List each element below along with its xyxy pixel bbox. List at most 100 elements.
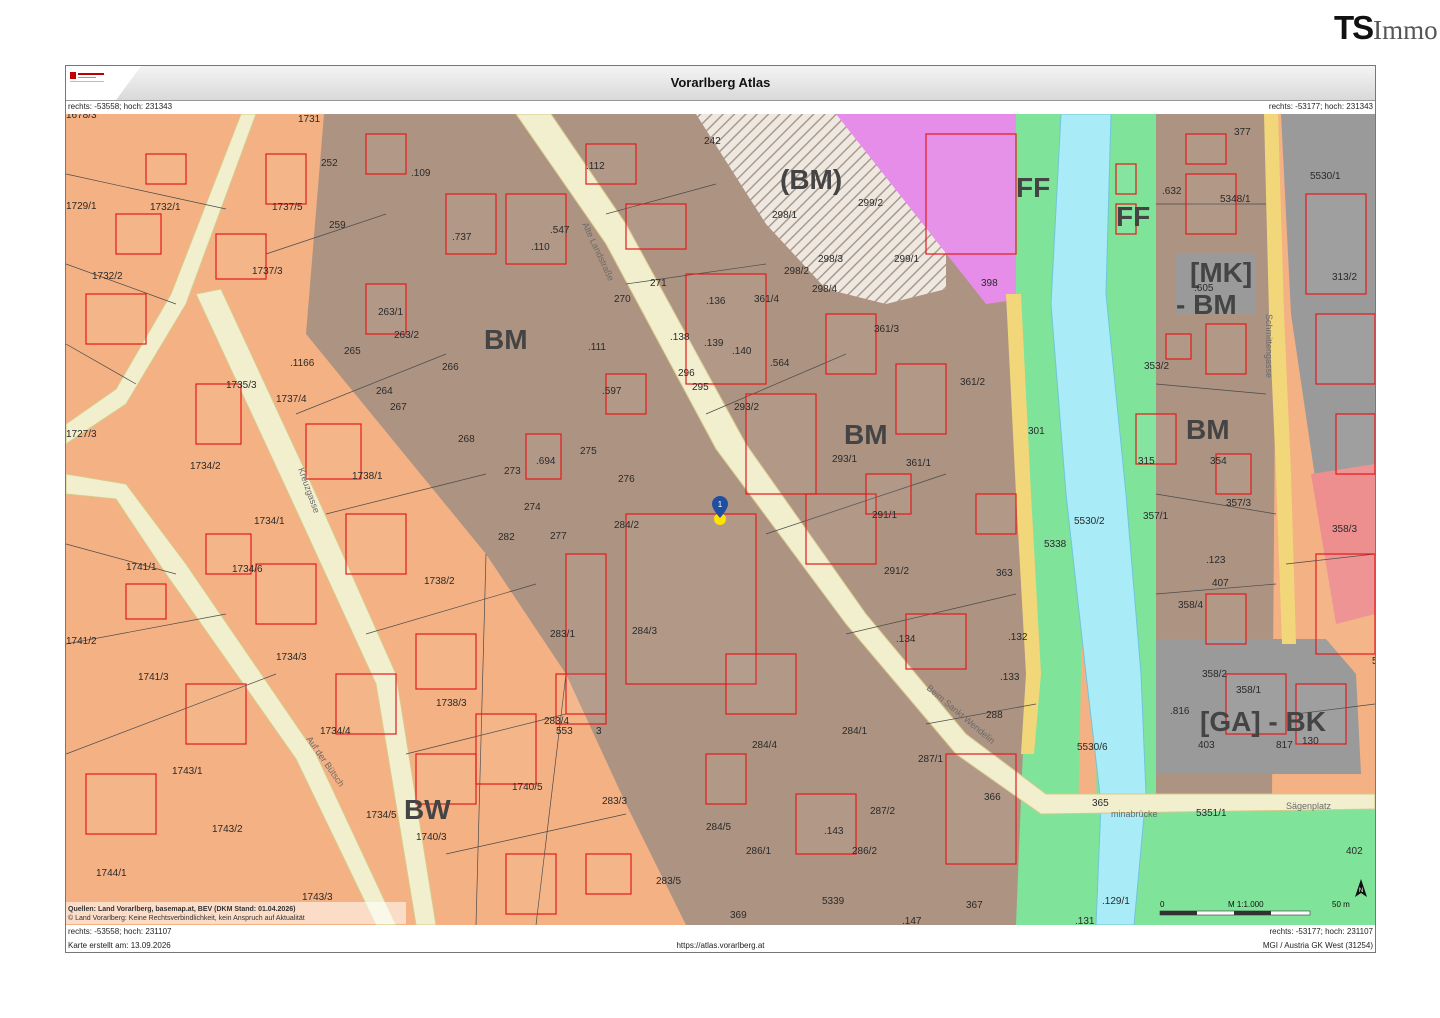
parcel-number: 271: [650, 278, 667, 289]
logo-immo: Immo: [1373, 15, 1438, 45]
parcel-number: 263/2: [394, 330, 419, 341]
parcel-number: 1738/3: [436, 698, 467, 709]
top-coordinate-row: rechts: -53558; hoch: 231343 rechts: -53…: [66, 101, 1375, 113]
parcel-number: .111: [588, 342, 606, 353]
parcel-number: .597: [602, 386, 622, 397]
parcel-number: 1741/2: [66, 636, 97, 647]
parcel-number: 286/1: [746, 846, 771, 857]
parcel-number: 284/1: [842, 726, 867, 737]
zone-label-ff-1: FF: [1016, 172, 1050, 203]
parcel-number: .143: [824, 826, 844, 837]
parcel-number: .123: [1206, 555, 1226, 566]
parcel-number: 1734/2: [190, 461, 221, 472]
parcel-number: 1734/4: [320, 726, 351, 737]
zone-label-ff-2: FF: [1116, 201, 1150, 232]
parcel-number: 1731: [298, 114, 321, 125]
ts-immo-logo: TS Immo: [1334, 8, 1438, 44]
parcel-number: 1743/2: [212, 824, 243, 835]
parcel-number: 1740/3: [416, 832, 447, 843]
parcel-number: 407: [1212, 578, 1229, 589]
parcel-number: 299/1: [894, 254, 919, 265]
parcel-number: 402: [1346, 846, 1363, 857]
coordinate-system: MGI / Austria GK West (31254): [1262, 941, 1373, 950]
parcel-number: 301: [1028, 426, 1045, 437]
parcel-number: .139: [704, 338, 724, 349]
parcel-number: .564: [770, 358, 790, 369]
parcel-number: 1737/3: [252, 266, 283, 277]
map-sources: Quellen: Land Vorarlberg, basemap.at, BE…: [68, 906, 295, 913]
parcel-number: 358/3: [1332, 524, 1357, 535]
parcel-number: 284/2: [614, 520, 639, 531]
parcel-number: 1740/5: [512, 782, 543, 793]
parcel-number: 3: [596, 726, 602, 737]
parcel-number: 1734/3: [276, 652, 307, 663]
parcel-number: 5351/1: [1196, 808, 1227, 819]
parcel-number: 242: [704, 136, 721, 147]
zone-label-ga-bk: [GA] - BK: [1200, 706, 1326, 737]
parcel-number: 313/2: [1332, 272, 1357, 283]
parcel-number: 1734/1: [254, 516, 285, 527]
location-marker-icon[interactable]: 1: [712, 496, 728, 525]
parcel-number: 1738/2: [424, 576, 455, 587]
parcel-number: 367: [966, 900, 983, 911]
scale-zero: 0: [1160, 900, 1165, 909]
parcel-number: .129/1: [1102, 896, 1130, 907]
parcel-number: 365: [1092, 798, 1109, 809]
parcel-number: 5339: [822, 896, 845, 907]
parcel-number: 1741/3: [138, 672, 169, 683]
parcel-number: 277: [550, 531, 567, 542]
parcel-number: .694: [536, 456, 556, 467]
parcel-number: .132: [1008, 632, 1028, 643]
parcel-number: 1727/3: [66, 429, 97, 440]
parcel-number: 1729/1: [66, 201, 97, 212]
parcel-number: 398: [981, 278, 998, 289]
parcel-number: 366: [984, 792, 1001, 803]
parcel-number: 403: [1198, 740, 1215, 751]
parcel-number: 276: [618, 474, 635, 485]
parcel-number: .1166: [290, 358, 315, 369]
marker-number: 1: [718, 500, 723, 509]
parcel-number: 358/4: [1178, 600, 1203, 611]
parcel-number: 287/2: [870, 806, 895, 817]
parcel-number: 282: [498, 532, 515, 543]
parcel-number: 288: [986, 710, 1003, 721]
parcel-number: 273: [504, 466, 521, 477]
parcel-number: 1743/3: [302, 892, 333, 903]
logo-ts: TS: [1334, 9, 1374, 46]
parcel-number: 358/1: [1236, 685, 1261, 696]
parcel-number: 275: [580, 446, 597, 457]
map-footer: Karte erstellt am: 13.09.2026 https://at…: [66, 940, 1375, 952]
zone-label-bw: BW: [404, 794, 451, 825]
scale-ratio: M 1:1.000: [1228, 900, 1264, 909]
parcel-number: 293/2: [734, 402, 759, 413]
parcel-number: 291/2: [884, 566, 909, 577]
parcel-number: 357/3: [1226, 498, 1251, 509]
zone-label-bm-3: BM: [1186, 414, 1230, 445]
north-arrow-label: N: [1359, 888, 1363, 894]
parcel-number: 1732/2: [92, 271, 123, 282]
parcel-number: 296: [678, 368, 695, 379]
parcel-number: 1734/6: [232, 564, 263, 575]
atlas-url[interactable]: https://atlas.vorarlberg.at: [66, 941, 1375, 950]
street-label-schmittengasse: Schmittengasse: [1264, 314, 1274, 378]
parcel-number: .632: [1162, 186, 1182, 197]
parcel-number: .136: [706, 296, 726, 307]
parcel-number: .110: [531, 242, 550, 253]
parcel-number: 283/5: [656, 876, 681, 887]
parcel-number: 284/3: [632, 626, 657, 637]
parcel-number: 298/2: [784, 266, 809, 277]
zoning-map[interactable]: BM BM BM (BM) FF FF [MK] - BM BW [GA] - …: [66, 114, 1375, 925]
scale-length: 50 m: [1332, 900, 1350, 909]
street-label-saegenplatz: Sägenplatz: [1286, 801, 1332, 811]
parcel-number: 5530/2: [1074, 516, 1105, 527]
parcel-number: 315: [1138, 456, 1155, 467]
parcel-number: 5530/11: [1372, 656, 1375, 667]
parcel-number: 264: [376, 386, 393, 397]
map-title: Vorarlberg Atlas: [670, 75, 771, 90]
parcel-number: 1743/1: [172, 766, 203, 777]
parcel-number: .138: [670, 332, 690, 343]
parcel-number: .131: [1075, 916, 1095, 925]
parcel-number: 363: [996, 568, 1013, 579]
parcel-number: 1744/1: [96, 868, 127, 879]
parcel-number: 5530/1: [1310, 171, 1341, 182]
